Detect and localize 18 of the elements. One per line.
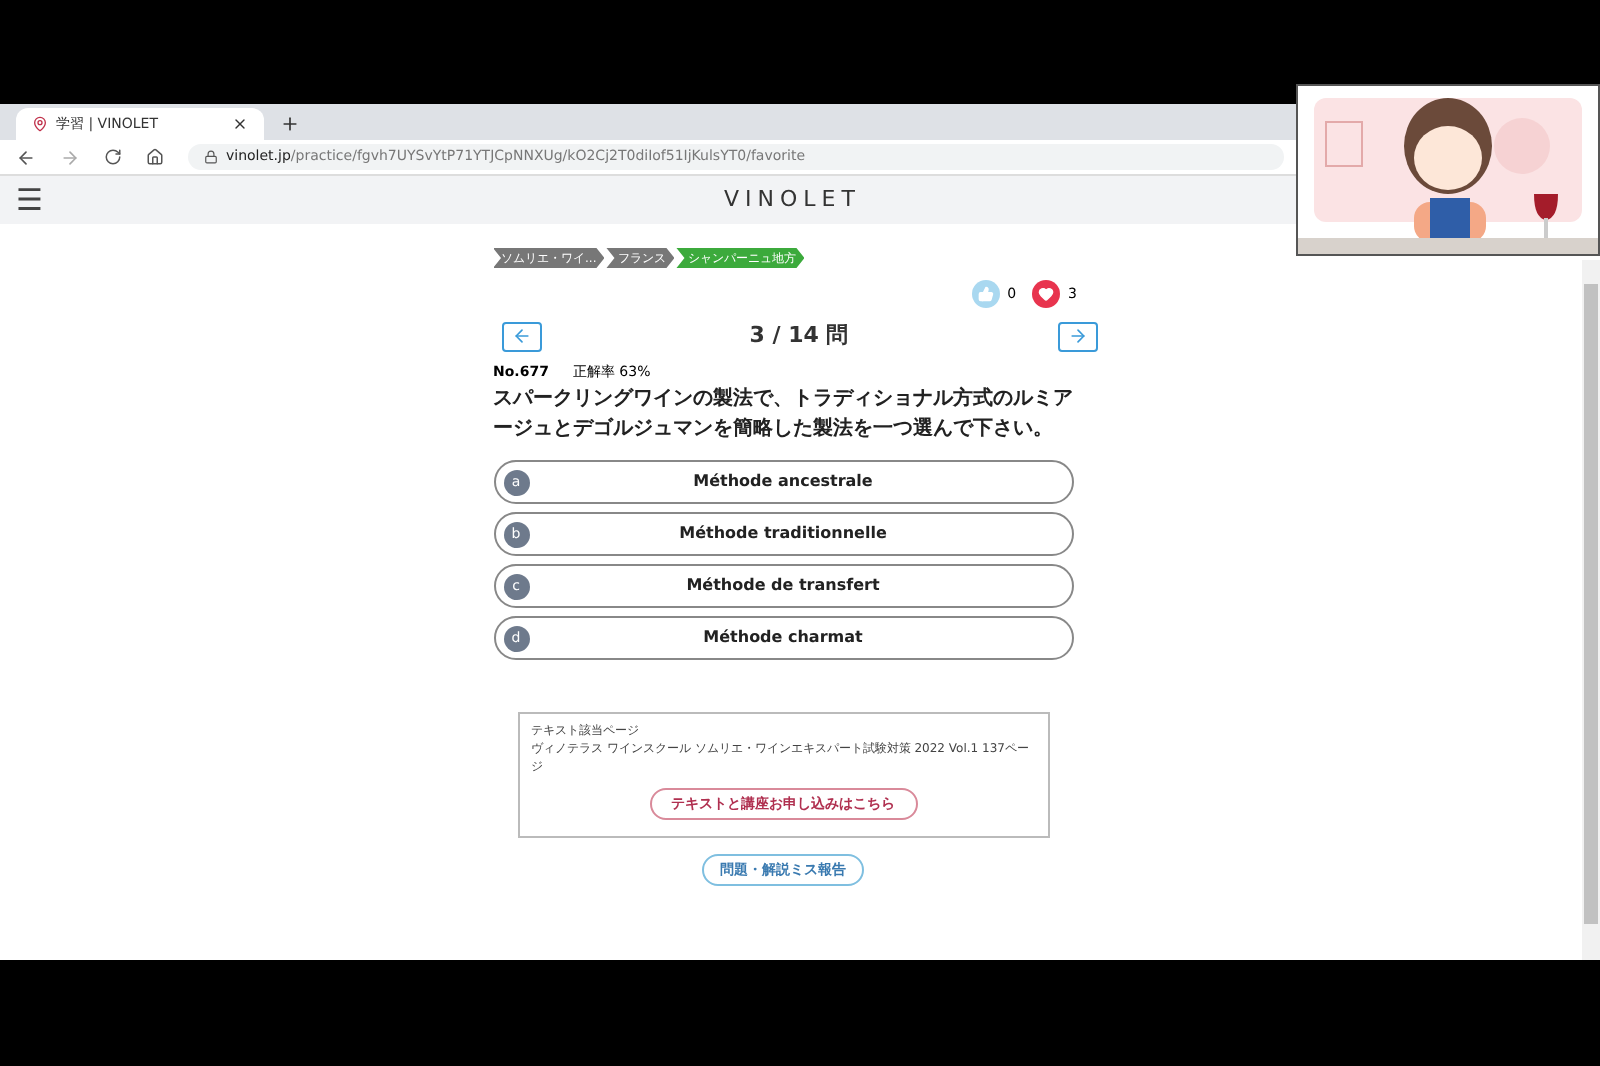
lock-icon	[204, 150, 218, 164]
scrollbar[interactable]	[1582, 260, 1600, 960]
forward-icon[interactable]	[60, 147, 80, 167]
back-icon[interactable]	[16, 147, 36, 167]
new-tab-icon[interactable]	[280, 114, 300, 134]
favorite-icon[interactable]	[1032, 280, 1061, 308]
arrow-left-icon	[511, 326, 531, 347]
question-counter: 3 / 14 問	[749, 320, 849, 352]
favicon-icon	[32, 116, 48, 132]
brand-logo[interactable]: VINOLET	[724, 183, 861, 217]
home-icon[interactable]	[146, 148, 164, 166]
next-button[interactable]	[1057, 321, 1097, 352]
menu-button[interactable]: ☰	[16, 185, 43, 215]
previous-button[interactable]	[501, 321, 541, 352]
arrow-right-icon	[1067, 326, 1087, 347]
reload-icon[interactable]	[104, 148, 122, 166]
close-icon[interactable]	[232, 116, 248, 132]
question-text: スパークリングワインの製法で、トラディショナル方式のルミアージュとデゴルジュマンを簡略した製法を一つ選んで下さい。	[493, 384, 1075, 444]
